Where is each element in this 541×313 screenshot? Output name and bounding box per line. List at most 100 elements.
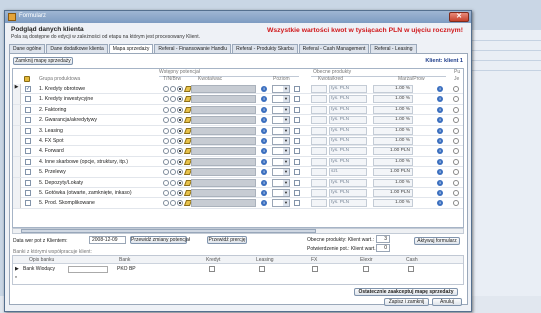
info-icon[interactable]: i (261, 169, 267, 176)
current-amount-field[interactable]: szt. (329, 168, 367, 177)
bank-cash-checkbox[interactable] (408, 266, 414, 272)
row-checkbox[interactable] (25, 158, 31, 165)
level-dropdown[interactable]: ▼ (272, 199, 290, 208)
radio-n[interactable] (170, 179, 176, 186)
product-row[interactable]: 3. Leasing i ▼ tys. PLN 1.00 % i (13, 125, 463, 136)
potential-amount-field[interactable] (191, 85, 256, 93)
row-selector[interactable] (13, 146, 21, 157)
radio-n[interactable] (170, 158, 176, 165)
potential-amount-field[interactable] (191, 157, 256, 166)
current-amount-field[interactable]: tys. PLN (329, 157, 367, 166)
radio-n[interactable] (170, 96, 176, 103)
level-dropdown[interactable]: ▼ (272, 157, 290, 166)
product-row[interactable]: 5. Przelewy i ▼ szt. 1.00 PLN i (13, 167, 463, 178)
pu-radio[interactable] (453, 137, 459, 144)
margin-field[interactable]: 1.00 % (373, 199, 413, 208)
current-products-field[interactable] (311, 178, 327, 187)
radio-n[interactable] (170, 189, 176, 196)
potential-amount-field[interactable] (191, 95, 256, 104)
info-icon[interactable]: i (261, 189, 267, 196)
radio-n[interactable] (170, 117, 176, 124)
row-checkbox[interactable] (25, 137, 31, 144)
product-row[interactable]: 4. Inne skarbowe (opcje, struktury, itp.… (13, 156, 463, 168)
pu-radio[interactable] (453, 189, 459, 196)
current-products-field[interactable] (311, 188, 327, 197)
current-products-field[interactable] (311, 147, 327, 156)
predict-potential-button[interactable]: Przewidź zmiany potencjał (130, 236, 190, 244)
margin-field[interactable]: 1.00 % (373, 136, 413, 145)
info-icon[interactable]: i (261, 179, 267, 186)
pu-radio[interactable] (453, 179, 459, 186)
margin-field[interactable]: 1.00 PLN (373, 147, 413, 156)
potential-amount-field[interactable] (191, 168, 256, 177)
current-products-field[interactable] (311, 136, 327, 145)
radio-t[interactable] (163, 106, 169, 113)
current-products-field[interactable] (311, 116, 327, 125)
grid-horizontal-scrollbar[interactable] (12, 228, 464, 234)
level-dropdown[interactable]: ▼ (272, 147, 290, 156)
margin-field[interactable]: 1.00 % (373, 95, 413, 104)
info-icon[interactable]: i (261, 117, 267, 124)
current-products-field[interactable] (311, 157, 327, 166)
radio-n[interactable] (170, 127, 176, 134)
margin-field[interactable]: 1.00 % (373, 157, 413, 166)
info-icon[interactable]: i (261, 127, 267, 134)
scrollbar-thumb[interactable] (21, 229, 316, 233)
row-checkbox[interactable] (25, 96, 31, 103)
current-amount-field[interactable]: tys. PLN (329, 105, 367, 114)
info-icon[interactable]: i (261, 158, 267, 165)
margin-field[interactable]: 1.00 PLN (373, 188, 413, 197)
row-checkbox[interactable] (25, 189, 31, 196)
current-products-field[interactable] (311, 95, 327, 104)
tab-dane-ogolne[interactable]: Dane ogólne (9, 44, 46, 53)
bank-fx-checkbox[interactable] (312, 266, 318, 272)
row-checkbox[interactable] (25, 127, 31, 134)
pu-radio[interactable] (453, 127, 459, 134)
pu-radio[interactable] (453, 117, 459, 124)
tab-referal-produkty-skarbu[interactable]: Referal - Produkty Skarbu (232, 44, 298, 53)
current-amount-field[interactable]: tys. PLN (329, 178, 367, 187)
tab-referal-finansowanie[interactable]: Referal - Finansowanie Handlu (154, 44, 232, 53)
radio-t[interactable] (163, 137, 169, 144)
potential-amount-field[interactable] (191, 126, 256, 135)
level-dropdown[interactable]: ▼ (272, 95, 290, 104)
info-icon[interactable]: i (437, 106, 443, 113)
row-checkbox[interactable] (25, 117, 31, 124)
current-amount-field[interactable]: tys. PLN (329, 116, 367, 125)
current-amount-field[interactable]: tys. PLN (329, 147, 367, 156)
bank-elexir-checkbox[interactable] (363, 266, 369, 272)
current-amount-field[interactable]: tys. PLN (329, 188, 367, 197)
margin-field[interactable]: 1.00 % (373, 105, 413, 114)
radio-brw[interactable] (177, 127, 183, 134)
level-checkbox[interactable] (294, 179, 300, 186)
pu-radio[interactable] (453, 106, 459, 113)
product-row[interactable]: 5. Depozyty/Lokaty i ▼ tys. PLN 1.00 % i (13, 177, 463, 188)
level-checkbox[interactable] (294, 148, 300, 155)
level-checkbox[interactable] (294, 137, 300, 144)
current-products-field[interactable] (311, 168, 327, 177)
level-checkbox[interactable] (294, 106, 300, 113)
level-checkbox[interactable] (294, 158, 300, 165)
level-dropdown[interactable]: ▼ (272, 178, 290, 187)
level-dropdown[interactable]: ▼ (272, 136, 290, 145)
accept-sales-map-button[interactable]: Ostatecznie zaakceptuj mapę sprzedaży (354, 288, 458, 296)
tab-dane-dodatkowe[interactable]: Dane dodatkowe klienta (46, 44, 108, 53)
potential-amount-field[interactable] (191, 105, 256, 114)
row-checkbox[interactable] (25, 169, 31, 176)
radio-t[interactable] (163, 127, 169, 134)
radio-t[interactable] (163, 179, 169, 186)
info-icon[interactable]: i (261, 86, 267, 92)
bank-row-bank[interactable]: PKO BP (117, 266, 136, 272)
radio-n[interactable] (170, 148, 176, 155)
info-icon[interactable]: i (437, 137, 443, 144)
radio-n[interactable] (170, 200, 176, 207)
current-amount-field[interactable]: tys. PLN (329, 126, 367, 135)
level-checkbox[interactable] (294, 86, 300, 92)
close-sales-map-button[interactable]: Zamknij mapę sprzedaży (13, 57, 73, 65)
potential-amount-field[interactable] (191, 188, 256, 197)
radio-brw[interactable] (177, 189, 183, 196)
radio-t[interactable] (163, 158, 169, 165)
info-icon[interactable]: i (437, 96, 443, 103)
pu-radio[interactable] (453, 86, 459, 92)
level-checkbox[interactable] (294, 117, 300, 124)
